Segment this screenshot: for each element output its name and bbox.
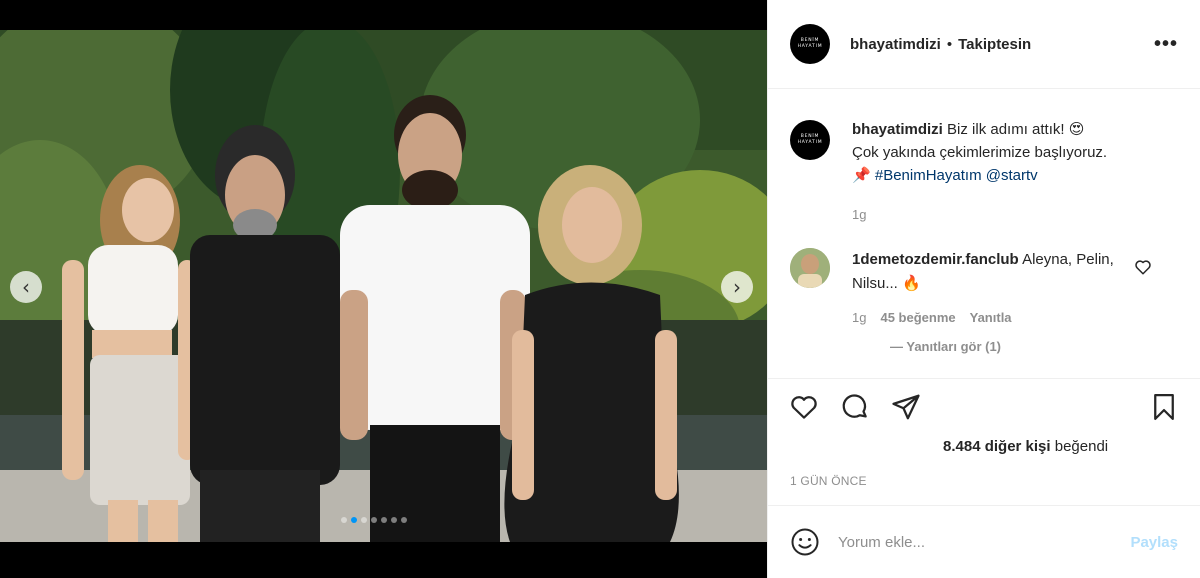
add-comment-bar: Paylaş [768,505,1200,578]
caption-time[interactable]: 1g [852,203,1172,226]
carousel-next-button[interactable]: › [721,271,753,303]
commenter-avatar[interactable] [790,248,830,288]
more-options-icon[interactable]: ••• [1154,33,1178,56]
carousel-dot [391,517,397,523]
caption-text: bhayatimdizi Biz ilk adımı attık! 😍 Çok … [852,118,1172,226]
likes-count[interactable]: 8.484 diğer kişi [943,438,1051,455]
comment-input[interactable] [838,533,1118,551]
action-bar [768,379,1200,435]
post-side-panel: BENİM HAYATIM bhayatimdizi • Takiptesin … [767,0,1200,578]
carousel-dot [401,517,407,523]
comment-text: 1demetozdemir.fanclub Aleyna, Pelin, Nil… [852,248,1122,296]
post-photo[interactable] [0,30,767,542]
caption: BENİM HAYATIM bhayatimdizi Biz ilk adımı… [790,118,1178,226]
view-replies-button[interactable]: — Yanıtları gör (1) [890,339,1178,354]
likes-summary: 8.484 diğer kişi beğendi [768,438,1200,455]
caption-line-2: Çok yakında çekimlerimize başlıyoruz. [852,144,1108,161]
heart-icon[interactable] [788,391,820,423]
post-header: BENİM HAYATIM bhayatimdizi • Takiptesin … [768,0,1200,89]
account-avatar[interactable]: BENİM HAYATIM [790,24,830,64]
emoji-icon[interactable] [790,527,820,557]
comment-likes[interactable]: 45 beğenme [880,310,955,325]
chevron-right-icon: › [733,275,741,299]
bookmark-icon[interactable] [1148,391,1180,423]
commenter-username[interactable]: 1demetozdemir.fanclub [852,251,1019,268]
caption-username[interactable]: bhayatimdizi [852,121,943,138]
carousel-dot [381,517,387,523]
avatar-logo-line-2: HAYATIM [797,44,823,49]
header-separator: • [946,35,953,53]
carousel-dot [351,517,357,523]
header-username[interactable]: bhayatimdizi [850,36,941,53]
post-comment-button[interactable]: Paylaş [1130,534,1178,551]
pin-icon: 📌 [852,167,871,184]
reply-button[interactable]: Yanıtla [970,310,1012,325]
avatar-logo-line-2: HAYATIM [797,140,823,145]
hashtag-link[interactable]: #BenimHayatım [875,167,982,184]
chevron-left-icon: ‹ [22,275,30,299]
comment-meta: 1g 45 beğenme Yanıtla [852,310,1178,325]
likes-suffix: beğendi [1054,438,1109,455]
caption-line-1: Biz ilk adımı attık! 😍 [947,121,1085,138]
comment-time[interactable]: 1g [852,310,866,325]
comments-section: BENİM HAYATIM bhayatimdizi Biz ilk adımı… [768,90,1200,377]
mention-link[interactable]: @startv [986,167,1038,184]
post-time-ago[interactable]: 1 GÜN ÖNCE [768,474,1200,488]
carousel-indicator [341,517,407,523]
comment-icon[interactable] [839,391,871,423]
carousel-dot [371,517,377,523]
comment-like-icon[interactable] [1134,258,1152,276]
post-actions: 8.484 diğer kişi beğendi 1 GÜN ÖNCE [768,378,1200,488]
follow-status[interactable]: Takiptesin [958,36,1031,53]
post-media: ‹ › [0,0,767,578]
carousel-dot [361,517,367,523]
carousel-prev-button[interactable]: ‹ [10,271,42,303]
instagram-post: ‹ › BENİM HAYATIM bhayatimdizi • Takipte… [0,0,1200,578]
send-icon[interactable] [890,391,922,423]
caption-avatar[interactable]: BENİM HAYATIM [790,120,830,160]
carousel-dot [341,517,347,523]
comment-item: 1demetozdemir.fanclub Aleyna, Pelin, Nil… [790,248,1178,296]
